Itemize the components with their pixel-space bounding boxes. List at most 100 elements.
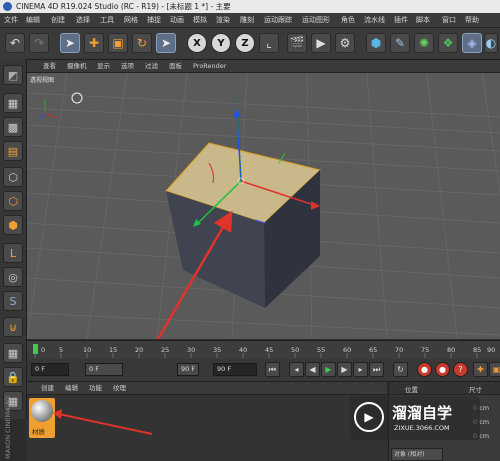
gear-green-icon: ✺ — [418, 36, 430, 50]
menu-help[interactable]: 帮助 — [465, 13, 479, 27]
polygons-mode-button[interactable]: ⬢ — [3, 215, 23, 235]
coord-mode-dropdown[interactable]: 对象 (相对) — [391, 448, 443, 461]
loop-button[interactable]: ↻ — [393, 362, 408, 377]
clapper-icon: 🎬 — [289, 36, 305, 50]
vp-menu-panel[interactable]: 面板 — [169, 60, 182, 72]
menu-select[interactable]: 选择 — [76, 13, 90, 27]
tick-label: 0 — [41, 346, 45, 354]
menu-mograph[interactable]: 运动图形 — [302, 13, 330, 27]
menu-pipeline[interactable]: 流水线 — [364, 13, 385, 27]
rotate-tool-button[interactable]: ↻ — [132, 33, 152, 53]
cloner-button[interactable]: ❖ — [438, 33, 458, 53]
mouse-icon: ◎ — [8, 270, 18, 284]
perspective-viewport[interactable]: 透视视图 — [27, 73, 500, 339]
timeline[interactable]: 0 5 10 15 20 25 30 35 40 45 50 55 60 65 … — [27, 340, 500, 359]
y-axis-button[interactable]: Y — [211, 33, 231, 53]
main-toolbar: ↶ ↷ ➤ ✚ ▣ ↻ ➤ X Y Z ⌞ 🎬 ▶ ⚙ ⬢ ✎ ✺ ❖ ◈ ◐ — [0, 28, 500, 60]
menu-motion-tracking[interactable]: 运动跟踪 — [264, 13, 292, 27]
prev-key-button[interactable]: ◂ — [289, 362, 304, 377]
render-picture-viewer-button[interactable]: ▶ — [311, 33, 331, 53]
subdivision-button[interactable]: ✺ — [414, 33, 434, 53]
tweak-mode-button[interactable]: ◎ — [3, 267, 23, 287]
lock-icon: 🔒 — [6, 370, 20, 384]
range-end-slider[interactable]: 90 F — [177, 363, 199, 376]
menu-tools[interactable]: 工具 — [100, 13, 114, 27]
menu-animate[interactable]: 动画 — [170, 13, 184, 27]
play-button[interactable]: ▶ — [321, 362, 336, 377]
key-position-button[interactable]: ✚ — [473, 362, 488, 377]
grid-button[interactable]: ▦ — [3, 343, 23, 363]
goto-end-button[interactable]: ⏭ — [369, 362, 384, 377]
move-icon: ✚ — [477, 365, 484, 374]
vp-menu-options[interactable]: 选项 — [121, 60, 134, 72]
vp-menu-prorender[interactable]: ProRender — [193, 60, 226, 72]
tick-label: 85 — [473, 346, 481, 354]
menu-edit[interactable]: 编辑 — [26, 13, 40, 27]
vp-menu-camera[interactable]: 摄像机 — [67, 60, 87, 72]
play-icon: ▶ — [325, 365, 332, 374]
model-mode-icon: ▦ — [7, 96, 19, 110]
menu-sculpt[interactable]: 雕刻 — [240, 13, 254, 27]
live-select-button[interactable]: ➤ — [60, 33, 80, 53]
goto-start-button[interactable]: ⏮ — [265, 362, 280, 377]
menu-mesh[interactable]: 网格 — [124, 13, 138, 27]
recent-tool-button[interactable]: ➤ — [156, 33, 176, 53]
vp-menu-filter[interactable]: 过滤 — [145, 60, 158, 72]
cube-primitive-button[interactable]: ⬢ — [366, 33, 386, 53]
autokey-button[interactable]: ● — [435, 362, 450, 377]
z-axis-button[interactable]: Z — [235, 33, 255, 53]
vp-menu-display[interactable]: 显示 — [97, 60, 110, 72]
menu-window[interactable]: 窗口 — [442, 13, 456, 27]
lock-workplane-button[interactable]: 🔒 — [3, 367, 23, 387]
edges-mode-button[interactable]: ⬡ — [3, 191, 23, 211]
workplane-button[interactable]: ▤ — [3, 141, 23, 161]
key-scale-button[interactable]: ▣ — [489, 362, 500, 377]
points-mode-button[interactable]: ⬡ — [3, 167, 23, 187]
menu-create[interactable]: 创建 — [51, 13, 65, 27]
keyframe-selection-button[interactable]: ? — [453, 362, 468, 377]
prev-frame-icon: ◀ — [309, 365, 316, 374]
cinema4d-app-icon — [3, 2, 12, 11]
menu-character[interactable]: 角色 — [341, 13, 355, 27]
cursor-icon: ➤ — [64, 36, 76, 50]
render-cursor-icon — [71, 92, 83, 104]
tick-label: 20 — [135, 346, 143, 354]
snapping-button[interactable]: S — [3, 291, 23, 311]
menu-snap[interactable]: 捕捉 — [147, 13, 161, 27]
undo-button[interactable]: ↶ — [5, 33, 25, 53]
move-tool-button[interactable]: ✚ — [84, 33, 104, 53]
scene-button[interactable]: ◐ — [484, 33, 498, 53]
record-button[interactable]: ● — [417, 362, 432, 377]
x-axis-button[interactable]: X — [187, 33, 207, 53]
render-settings-button[interactable]: ⚙ — [335, 33, 355, 53]
tick-label: 35 — [213, 346, 221, 354]
vp-menu-view[interactable]: 查看 — [43, 60, 56, 72]
texture-mode-button[interactable]: ▩ — [3, 117, 23, 137]
next-frame-button[interactable]: ▶ — [337, 362, 352, 377]
menu-simulate[interactable]: 模拟 — [193, 13, 207, 27]
make-editable-button[interactable]: ◩ — [3, 65, 23, 85]
next-key-button[interactable]: ▸ — [353, 362, 368, 377]
menu-script[interactable]: 脚本 — [416, 13, 430, 27]
rotate-icon: ↻ — [136, 36, 148, 50]
playhead-marker[interactable] — [33, 344, 38, 354]
menu-plugins[interactable]: 插件 — [394, 13, 408, 27]
enable-axis-button[interactable]: L — [3, 243, 23, 263]
tick-label: 75 — [421, 346, 429, 354]
menu-file[interactable]: 文件 — [4, 13, 18, 27]
pen-tool-button[interactable]: ✎ — [390, 33, 410, 53]
start-frame-field[interactable]: 0 F — [31, 363, 69, 376]
tick-label: 30 — [187, 346, 195, 354]
coordinate-system-button[interactable]: ⌞ — [259, 33, 279, 53]
model-mode-button[interactable]: ▦ — [3, 93, 23, 113]
scale-tool-button[interactable]: ▣ — [108, 33, 128, 53]
end-frame-field[interactable]: 90 F — [213, 363, 257, 376]
deformer-button[interactable]: ◈ — [462, 33, 482, 53]
redo-button[interactable]: ↷ — [29, 33, 49, 53]
render-view-button[interactable]: 🎬 — [287, 33, 307, 53]
cube-icon: ⬢ — [370, 36, 382, 50]
prev-frame-button[interactable]: ◀ — [305, 362, 320, 377]
current-frame-slider[interactable]: 0 F — [85, 363, 123, 376]
menu-render[interactable]: 渲染 — [216, 13, 230, 27]
magnet-button[interactable]: ⊍ — [3, 317, 23, 337]
